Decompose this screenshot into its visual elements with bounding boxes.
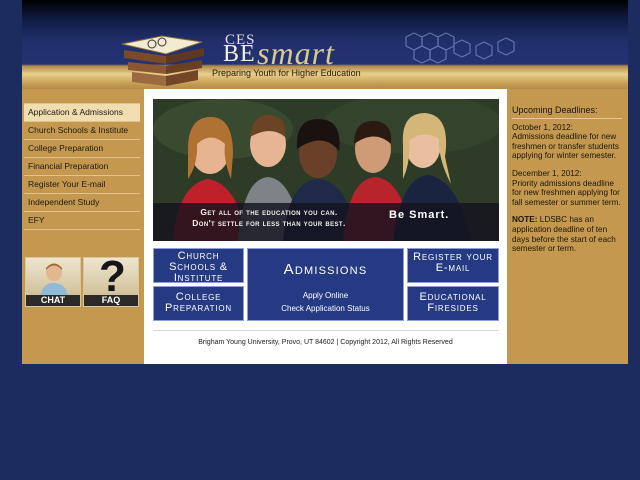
main-content: Get all of the education you can. Don't … (144, 89, 507, 364)
chat-button[interactable]: CHAT (25, 257, 81, 307)
nav-item-register-email[interactable]: Register Your E-mail (24, 176, 140, 194)
register-email-tile[interactable]: Register your E-mail (407, 248, 499, 283)
register-tile-line-2: E-mail (435, 262, 471, 274)
admissions-title: Admissions (283, 261, 368, 278)
left-nav-menu: Application & Admissions Church Schools … (24, 103, 140, 230)
college-tile-line-2: Preparation (165, 302, 232, 314)
nav-item-efy[interactable]: EFY (24, 212, 140, 230)
nav-item-financial-preparation[interactable]: Financial Preparation (24, 158, 140, 176)
fireside-tile-line-2: Firesides (427, 302, 479, 314)
note-label: NOTE: (512, 215, 538, 225)
church-tile-line-3: Institute (173, 272, 224, 284)
nav-item-application-admissions[interactable]: Application & Admissions (24, 103, 140, 122)
upcoming-deadlines-panel: Upcoming Deadlines: October 1, 2012: Adm… (512, 105, 622, 254)
nav-item-church-schools[interactable]: Church Schools & Institute (24, 122, 140, 140)
admissions-tile[interactable]: Admissions Apply Online Check Applicatio… (247, 248, 404, 321)
deadlines-heading: Upcoming Deadlines: (512, 105, 622, 119)
apply-online-link[interactable]: Apply Online (248, 291, 403, 300)
hero-banner: Get all of the education you can. Don't … (153, 99, 499, 241)
deadline-text: Priority admissions deadline for new fre… (512, 178, 621, 207)
header-banner: CES BE smart Preparing Youth for Higher … (22, 0, 628, 89)
deadline-text: Admissions deadline for new freshmen or … (512, 132, 619, 161)
nav-item-college-preparation[interactable]: College Preparation (24, 140, 140, 158)
hero-line-2: Don't settle for less than your best. (192, 218, 346, 228)
faq-label: FAQ (84, 295, 138, 306)
educational-firesides-tile[interactable]: Educational Firesides (407, 286, 499, 321)
brand-be-text: BE (223, 41, 256, 67)
hero-line-1: Get all of the education you can. (200, 207, 338, 217)
faq-button[interactable]: ? FAQ (83, 252, 139, 307)
brand-tagline: Preparing Youth for Higher Education (212, 68, 361, 78)
hero-slogan: Be Smart. (389, 209, 450, 221)
footer-divider (153, 330, 499, 331)
books-icon[interactable] (118, 14, 210, 89)
church-schools-tile[interactable]: Church Schools & Institute (153, 248, 244, 284)
check-application-status-link[interactable]: Check Application Status (248, 304, 403, 313)
college-preparation-tile[interactable]: College Preparation (153, 286, 244, 321)
chat-label: CHAT (26, 295, 80, 306)
chat-faq-panel: CHAT ? FAQ (25, 252, 139, 307)
page-frame: CES BE smart Preparing Youth for Higher … (22, 0, 628, 364)
deadline-date: December 1, 2012: (512, 168, 582, 178)
hexagon-pattern-icon (405, 32, 515, 64)
person-icon (40, 263, 68, 297)
brand-smart-text: smart (257, 35, 335, 71)
copyright-text: Brigham Young University, Provo, UT 8460… (198, 339, 453, 346)
nav-item-independent-study[interactable]: Independent Study (24, 194, 140, 212)
deadline-date: October 1, 2012: (512, 122, 573, 132)
deadline-note: NOTE: LDSBC has an application deadline … (512, 215, 622, 253)
